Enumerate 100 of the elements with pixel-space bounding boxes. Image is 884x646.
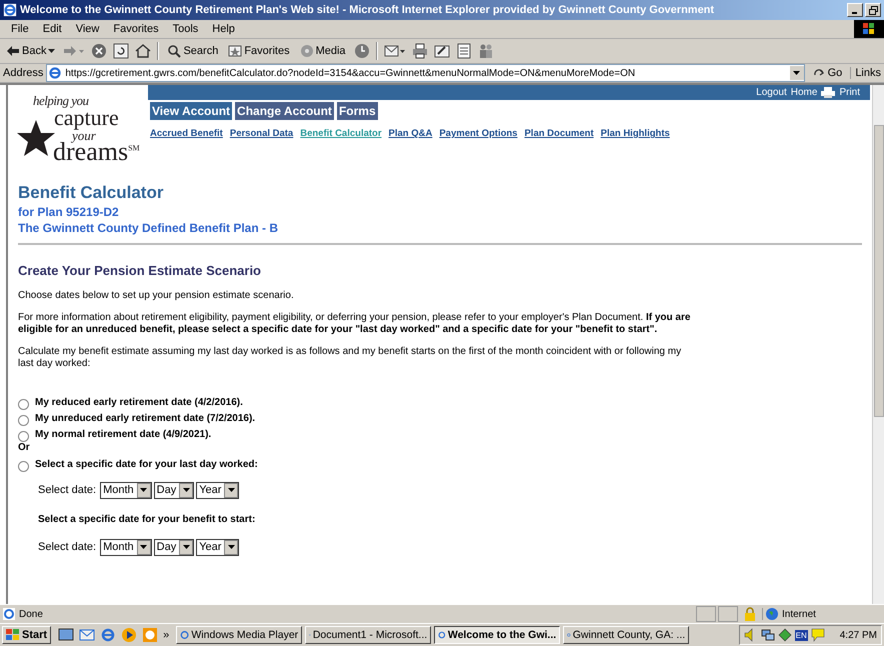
date-dropdown[interactable]: Year	[196, 538, 240, 556]
plan-number: for Plan 95219-D2	[18, 205, 120, 219]
date-dropdown[interactable]: Month	[100, 482, 152, 498]
back-button[interactable]: Back	[4, 45, 58, 57]
status-pane	[718, 606, 738, 622]
windows-logo-icon	[6, 629, 20, 641]
taskbar-button[interactable]: Welcome to the Gwi...	[434, 626, 560, 644]
menu-item[interactable]: Edit	[36, 23, 69, 35]
nav-link[interactable]: Personal Data	[230, 128, 294, 139]
people-icon[interactable]	[478, 43, 494, 59]
back-arrow-icon	[6, 45, 20, 57]
radio-button[interactable]	[18, 460, 29, 472]
links-button[interactable]: Links	[850, 67, 881, 79]
nav-link[interactable]: Payment Options	[439, 128, 518, 139]
restore-icon	[868, 6, 878, 14]
search-icon	[167, 44, 182, 58]
radio-button[interactable]	[18, 414, 29, 426]
more-button[interactable]: »	[163, 629, 170, 641]
paragraph: Calculate my benefit estimate assuming my last day worked is as follows and my benefit starts on the first of the month coincident with or following my last day worked:	[18, 346, 682, 370]
scrollbar[interactable]	[872, 85, 884, 604]
play-icon[interactable]	[121, 627, 138, 643]
star-folder-icon	[228, 44, 242, 58]
plan-name: The Gwinnett County Defined Benefit Plan - B	[18, 221, 280, 235]
mail-icon[interactable]	[384, 43, 406, 59]
stop-icon[interactable]	[91, 43, 108, 59]
caret-icon	[228, 545, 235, 549]
home-link[interactable]: Home	[790, 87, 818, 98]
or-label: Or	[18, 442, 31, 455]
taskbar-button[interactable]: Gwinnett County, GA: ...	[563, 626, 690, 644]
logout-link[interactable]: Logout	[756, 87, 787, 98]
date-dropdown[interactable]: Year	[196, 482, 240, 498]
go-button[interactable]: Go	[808, 67, 848, 79]
app-icon	[180, 628, 190, 642]
tray-icon[interactable]	[778, 628, 792, 642]
favorites-button[interactable]: Favorites	[226, 44, 292, 58]
printer-icon[interactable]	[412, 43, 428, 59]
nav-link[interactable]: Plan Highlights	[600, 128, 670, 139]
search-button[interactable]: Search	[165, 44, 220, 58]
nav-tab[interactable]: View Account	[150, 102, 232, 120]
nav-link[interactable]: Plan Q&A	[388, 128, 432, 139]
section-heading: Create Your Pension Estimate Scenario	[18, 263, 262, 278]
restore-button[interactable]	[865, 3, 881, 17]
paragraph: For more information about retirement eligibility, payment eligibility, or deferring your pension, please refer to your employer's Plan Document. If you are eligible for an unreduced benefit, please select a specific date for your "last day worked" and a specific date for your "benefit to start".	[18, 312, 692, 336]
nav-tab[interactable]: Change Account	[235, 102, 334, 120]
history-icon[interactable]	[354, 43, 370, 59]
nav-link[interactable]: Accrued Benefit	[150, 128, 223, 139]
date-dropdown[interactable]: Day	[154, 538, 194, 556]
radio-button[interactable]	[18, 398, 29, 410]
taskbar-button[interactable]: Windows Media Player	[176, 626, 302, 644]
status-text: Done	[0, 608, 694, 620]
address-field[interactable]: https://gcretirement.gwrs.com/benefitCalculator.do?nodeId=3154&accu=Gwinnett&menuNormalMode=ON&menuMoreMode=ON	[46, 64, 805, 82]
option-label: My unreduced early retirement date (7/2/2016).	[35, 412, 256, 424]
caret-icon	[140, 545, 148, 549]
radio-button[interactable]	[18, 430, 29, 442]
menu-item[interactable]: Tools	[166, 23, 206, 35]
start-button[interactable]: Start	[2, 626, 52, 644]
address-label: Address	[3, 67, 44, 79]
option-label: My reduced early retirement date (4/2/2016).	[35, 396, 243, 408]
media-button[interactable]: Media	[298, 44, 348, 58]
minimize-button[interactable]	[847, 3, 863, 17]
option-label: Select a specific date for your last day worked:	[35, 458, 258, 470]
caret-icon[interactable]	[793, 71, 800, 75]
chat-icon[interactable]	[810, 628, 825, 642]
network-icon[interactable]	[760, 628, 775, 642]
document-icon[interactable]	[456, 43, 472, 59]
desktop-icon[interactable]	[58, 627, 74, 643]
select-date-label: Select date:	[38, 484, 96, 496]
nav-link[interactable]: Plan Document	[524, 128, 594, 139]
mail-icon[interactable]	[79, 627, 96, 643]
browser-icon[interactable]	[100, 627, 116, 643]
menu-item[interactable]: File	[4, 23, 36, 35]
refresh-icon[interactable]	[113, 43, 130, 59]
date-dropdown[interactable]: Month	[100, 538, 152, 556]
home-icon[interactable]	[135, 43, 152, 59]
window-title: Welcome to the Gwinnett County Retirement Plan's Web site! - Microsoft Internet Explorer provided by Gwinnett County Government	[20, 4, 716, 16]
paragraph: Choose dates below to set up your pension estimate scenario.	[18, 290, 295, 302]
option-label: My normal retirement date (4/9/2021).	[35, 428, 212, 440]
menu-item[interactable]: Help	[205, 23, 242, 35]
menu-item[interactable]: Favorites	[106, 23, 166, 35]
printer-icon[interactable]	[821, 87, 836, 98]
clock-time: 4:27 PM	[840, 630, 877, 640]
benefit-start-heading: Select a specific date for your benefit to start:	[38, 514, 256, 525]
page-icon	[48, 66, 62, 80]
edit-icon[interactable]	[434, 43, 450, 59]
nav-tab[interactable]: Forms	[336, 102, 378, 120]
status-pane	[696, 606, 716, 622]
date-dropdown[interactable]: Day	[154, 482, 194, 498]
caret-icon	[228, 488, 235, 492]
select-date-label: Select date:	[38, 541, 96, 553]
caret-icon	[182, 488, 190, 492]
taskbar-button[interactable]: Document1 - Microsoft...	[305, 626, 432, 644]
menu-item[interactable]: View	[68, 23, 106, 35]
disc-icon	[300, 44, 314, 58]
security-zone: Internet	[762, 608, 884, 620]
browser-icon	[3, 3, 17, 17]
caret-icon	[48, 49, 56, 53]
caret-icon	[182, 545, 190, 549]
lock-icon	[744, 607, 756, 621]
language-indicator[interactable]: EN	[794, 630, 808, 640]
print-link[interactable]: Print	[839, 87, 860, 98]
